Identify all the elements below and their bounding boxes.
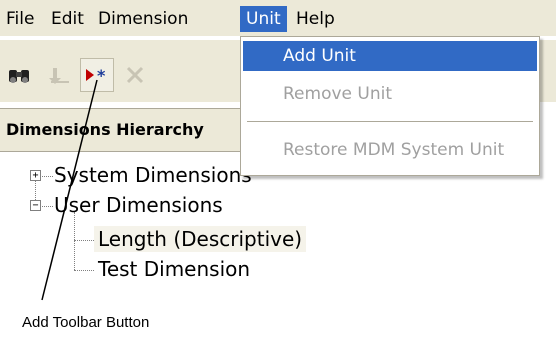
callout-line: [41, 79, 98, 301]
callout-label: Add Toolbar Button: [22, 314, 150, 331]
